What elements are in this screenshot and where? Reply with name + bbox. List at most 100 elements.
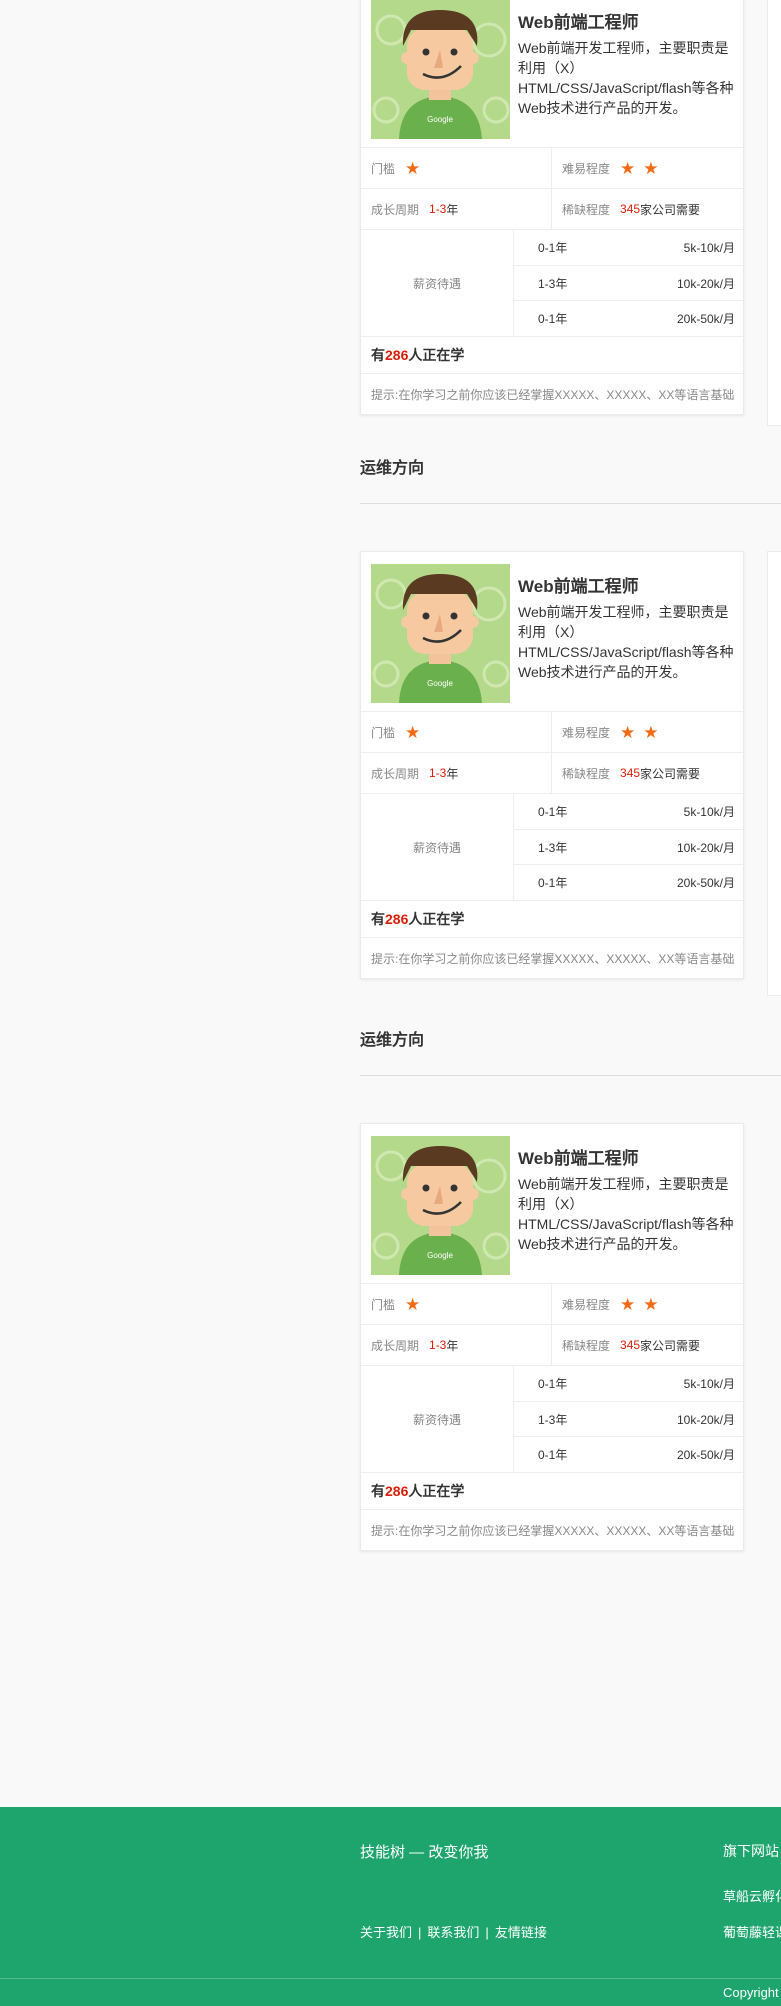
scarcity-unit: 家公司需要 — [640, 766, 701, 781]
salary-years: 0-1年 — [538, 240, 568, 255]
career-card[interactable]: Google Web前端工程师 Web前端开发工程师，主要职责是利用（X）HTM… — [360, 1123, 744, 1551]
threshold-label: 门槛 — [371, 161, 396, 176]
growth-label: 成长周期 — [371, 766, 420, 781]
growth-value: 1-3 — [429, 766, 447, 780]
card-meta-row: 门槛 ★ 难易程度 ★ ★ — [361, 1284, 743, 1325]
footer-site-link[interactable]: 草船云孵化器 — [723, 1886, 781, 1905]
job-description: Web前端开发工程师，主要职责是利用（X）HTML/CSS/JavaScript… — [518, 604, 734, 680]
footer-link-friends[interactable]: 友情链接 — [495, 1925, 547, 1940]
learners-number: 286 — [385, 1483, 409, 1499]
section-divider — [360, 503, 781, 504]
footer-site-link[interactable]: 葡萄藤轻课堂 — [723, 1922, 781, 1941]
growth-value: 1-3 — [429, 202, 447, 216]
scarcity-cell: 稀缺程度 345 家公司需要 — [551, 753, 743, 793]
card-meta-row: 成长周期 1-3 年 稀缺程度 345 家公司需要 — [361, 189, 743, 230]
site-footer: 技能树 — 改变你我 关于我们 | 联系我们 | 友情链接 旗下网站 草船云孵化器 葡萄… — [0, 1807, 781, 2006]
salary-row: 0-1年 20k-50k/月 — [514, 1437, 743, 1472]
card-meta-row: 门槛 ★ 难易程度 ★ ★ — [361, 148, 743, 189]
difficulty-label: 难易程度 — [562, 725, 611, 740]
difficulty-label: 难易程度 — [562, 161, 611, 176]
learners-count: 有 286 人正在学 — [361, 901, 743, 938]
growth-label: 成长周期 — [371, 1338, 420, 1353]
salary-range: 10k-20k/月 — [676, 1412, 735, 1427]
salary-table: 薪资待遇 0-1年 5k-10k/月 1-3年 10k-20k/月 0-1年 2… — [361, 794, 743, 901]
salary-years: 1-3年 — [538, 1412, 568, 1427]
card-meta-row: 成长周期 1-3 年 稀缺程度 345 家公司需要 — [361, 753, 743, 794]
job-title: Web前端工程师 — [518, 1149, 639, 1168]
scarcity-label: 稀缺程度 — [562, 202, 611, 217]
salary-years: 0-1年 — [538, 876, 568, 891]
learners-count: 有 286 人正在学 — [361, 337, 743, 374]
scarcity-unit: 家公司需要 — [640, 1338, 701, 1353]
salary-years: 0-1年 — [538, 1376, 568, 1391]
scarcity-label: 稀缺程度 — [562, 766, 611, 781]
scarcity-value: 345 — [620, 1338, 641, 1352]
learners-suffix: 人正在学 — [408, 347, 465, 363]
growth-value: 1-3 — [429, 1338, 447, 1352]
growth-cell: 成长周期 1-3 年 — [361, 753, 551, 793]
salary-row: 0-1年 5k-10k/月 — [514, 230, 743, 266]
job-title: Web前端工程师 — [518, 577, 639, 596]
svg-text:Google: Google — [427, 1251, 453, 1260]
next-card-peek[interactable] — [767, 0, 781, 426]
prerequisite-hint: 提示:在你学习之前你应该已经掌握XXXXX、XXXXX、XX等语言基础 — [371, 387, 735, 402]
star-icon: ★ — [620, 158, 636, 178]
avatar-boy-google-icon: Google — [371, 0, 510, 139]
career-card[interactable]: Google Web前端工程师 Web前端开发工程师，主要职责是利用（X）HTM… — [360, 551, 744, 979]
difficulty-cell: 难易程度 ★ ★ — [551, 148, 743, 188]
svg-text:Google: Google — [427, 679, 453, 688]
scarcity-label: 稀缺程度 — [562, 1338, 611, 1353]
job-description: Web前端开发工程师，主要职责是利用（X）HTML/CSS/JavaScript… — [518, 1176, 734, 1252]
next-card-peek[interactable] — [767, 551, 781, 996]
svg-text:Google: Google — [427, 115, 453, 124]
footer-slogan: 技能树 — 改变你我 — [360, 1844, 489, 1861]
salary-row: 0-1年 5k-10k/月 — [514, 1366, 743, 1402]
salary-range: 10k-20k/月 — [676, 840, 735, 855]
job-description: Web前端开发工程师，主要职责是利用（X）HTML/CSS/JavaScript… — [518, 40, 734, 116]
salary-years: 0-1年 — [538, 1448, 568, 1463]
salary-row: 1-3年 10k-20k/月 — [514, 266, 743, 302]
star-icon: ★ — [405, 158, 421, 178]
star-icon: ★ — [405, 722, 421, 742]
salary-range: 20k-50k/月 — [676, 312, 735, 327]
footer-link-contact[interactable]: 联系我们 — [427, 1925, 479, 1940]
card-meta-row: 成长周期 1-3 年 稀缺程度 345 家公司需要 — [361, 1325, 743, 1366]
salary-rows: 0-1年 5k-10k/月 1-3年 10k-20k/月 0-1年 20k-50… — [514, 794, 743, 900]
salary-row: 0-1年 20k-50k/月 — [514, 865, 743, 900]
threshold-label: 门槛 — [371, 1297, 396, 1312]
star-icon: ★ — [643, 722, 659, 742]
salary-range: 20k-50k/月 — [676, 876, 735, 891]
growth-unit: 年 — [446, 1338, 459, 1353]
salary-label: 薪资待遇 — [361, 230, 514, 336]
career-card[interactable]: Google Web前端工程师 Web前端开发工程师，主要职责是利用（X）HTM… — [360, 0, 744, 415]
salary-range: 20k-50k/月 — [676, 1448, 735, 1463]
salary-row: 0-1年 5k-10k/月 — [514, 794, 743, 830]
learners-number: 286 — [385, 911, 409, 927]
footer-copyright: Copyright — [723, 1985, 779, 2000]
salary-years: 1-3年 — [538, 276, 568, 291]
growth-label: 成长周期 — [371, 202, 420, 217]
card-meta-row: 门槛 ★ 难易程度 ★ ★ — [361, 712, 743, 753]
avatar-boy-google-icon: Google — [371, 564, 510, 703]
scarcity-cell: 稀缺程度 345 家公司需要 — [551, 1325, 743, 1365]
salary-rows: 0-1年 5k-10k/月 1-3年 10k-20k/月 0-1年 20k-50… — [514, 1366, 743, 1472]
growth-unit: 年 — [446, 766, 459, 781]
salary-row: 0-1年 20k-50k/月 — [514, 301, 743, 336]
star-icon: ★ — [643, 1294, 659, 1314]
footer-link-about[interactable]: 关于我们 — [360, 1925, 412, 1940]
salary-years: 0-1年 — [538, 804, 568, 819]
section-divider — [360, 1075, 781, 1076]
scarcity-value: 345 — [620, 766, 641, 780]
difficulty-cell: 难易程度 ★ ★ — [551, 712, 743, 752]
star-icon: ★ — [643, 158, 659, 178]
card-header: Google Web前端工程师 Web前端开发工程师，主要职责是利用（X）HTM… — [361, 552, 743, 712]
scarcity-unit: 家公司需要 — [640, 202, 701, 217]
footer-links: 关于我们 | 联系我们 | 友情链接 — [360, 1922, 547, 1941]
salary-range: 10k-20k/月 — [676, 276, 735, 291]
learners-count: 有 286 人正在学 — [361, 1473, 743, 1510]
learners-prefix: 有 — [371, 1483, 385, 1499]
star-icon: ★ — [405, 1294, 421, 1314]
threshold-label: 门槛 — [371, 725, 396, 740]
threshold-cell: 门槛 ★ — [361, 1284, 551, 1324]
learners-prefix: 有 — [371, 347, 385, 363]
